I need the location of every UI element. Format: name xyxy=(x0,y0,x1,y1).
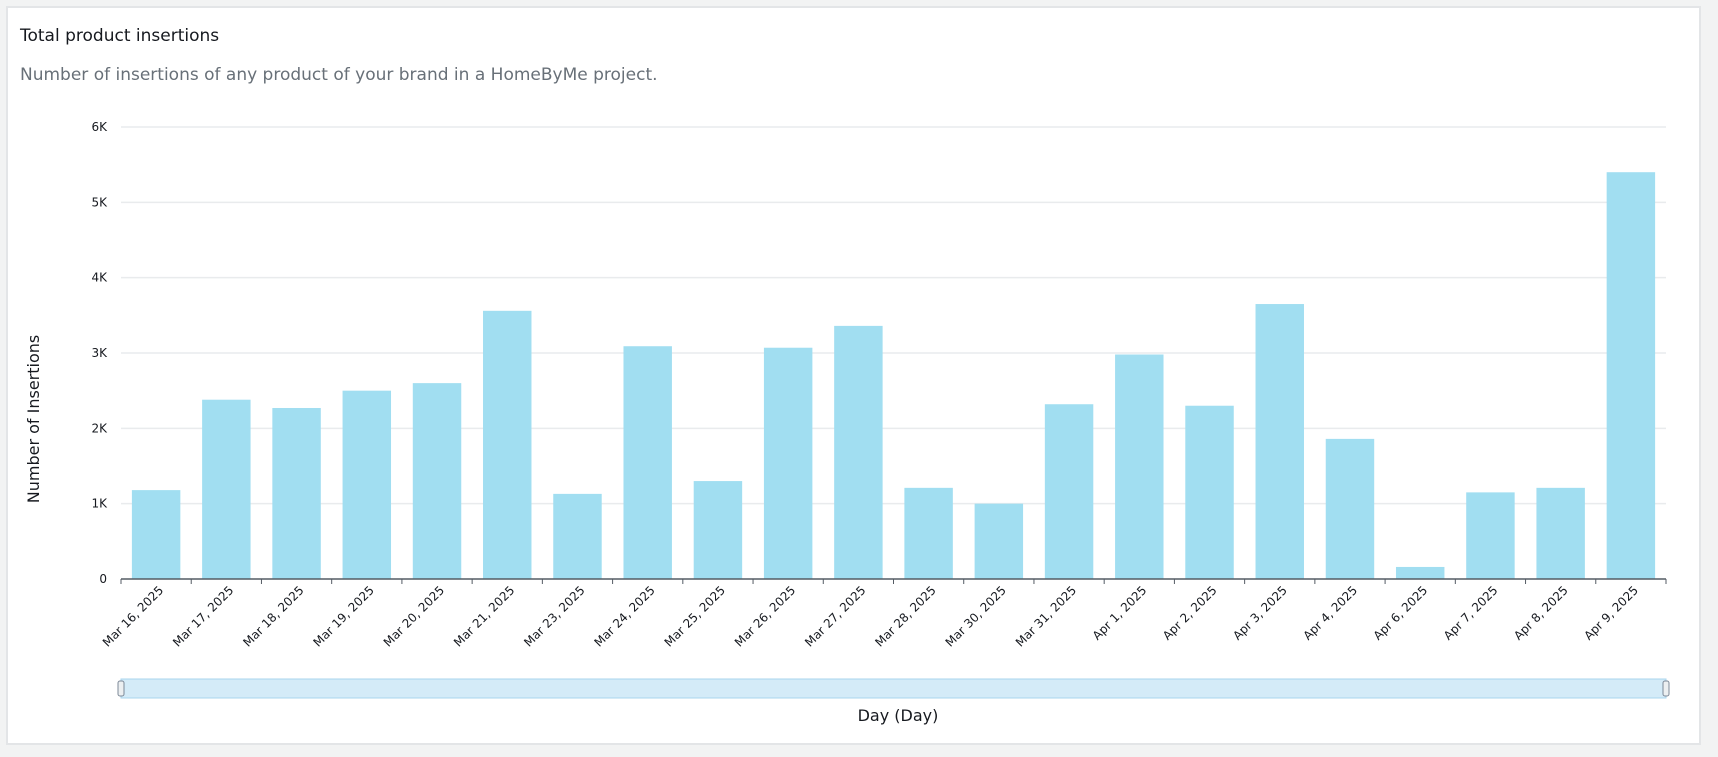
x-tick-label: Mar 25, 2025 xyxy=(662,583,728,649)
y-tick-label: 5K xyxy=(91,195,108,209)
y-tick-labels: 0 1K 2K 3K 4K 5K 6K xyxy=(91,120,108,586)
bar[interactable] xyxy=(1255,304,1304,579)
x-tick-label: Mar 24, 2025 xyxy=(591,583,657,649)
bar[interactable] xyxy=(202,399,251,579)
y-tick-label: 4K xyxy=(91,271,108,285)
chart-panel: Total product insertions Number of inser… xyxy=(6,6,1701,745)
bar[interactable] xyxy=(1185,405,1234,579)
bar[interactable] xyxy=(1395,566,1445,579)
x-tick-label: Apr 2, 2025 xyxy=(1160,583,1220,643)
scrollbar-left-handle[interactable] xyxy=(117,680,125,697)
y-tick-label: 1K xyxy=(91,497,108,511)
bar[interactable] xyxy=(553,493,602,579)
x-tick-label: Apr 3, 2025 xyxy=(1230,583,1290,643)
y-tick-label: 3K xyxy=(91,346,108,360)
x-tick-label: Mar 17, 2025 xyxy=(170,583,236,649)
x-tick-label: Mar 27, 2025 xyxy=(802,583,868,649)
y-axis-title: Number of Insertions xyxy=(24,335,43,503)
bar-chart: 01K2K3K4K5K6K Mar 16, 2025 Mar 17, 2025 Ma… xyxy=(24,120,1670,725)
axes xyxy=(120,578,1667,584)
bar[interactable] xyxy=(342,390,392,579)
x-tick-label: Apr 1, 2025 xyxy=(1090,583,1150,643)
x-tick-label: Apr 7, 2025 xyxy=(1441,583,1501,643)
bar[interactable] xyxy=(483,310,532,579)
bar[interactable] xyxy=(974,503,1024,579)
x-tick-label: Apr 8, 2025 xyxy=(1511,583,1571,643)
bar[interactable] xyxy=(623,346,672,579)
bar[interactable] xyxy=(834,325,883,579)
range-scrollbar[interactable] xyxy=(117,678,1670,699)
bar[interactable] xyxy=(1606,172,1656,579)
bar[interactable] xyxy=(1044,404,1094,579)
x-tick-label: Mar 26, 2025 xyxy=(732,583,798,649)
bar[interactable] xyxy=(763,347,813,579)
x-tick-label: Mar 16, 2025 xyxy=(100,583,166,649)
x-tick-label: Mar 18, 2025 xyxy=(240,583,306,649)
scrollbar-track[interactable] xyxy=(120,678,1667,699)
bar[interactable] xyxy=(1466,492,1515,579)
bar[interactable] xyxy=(1325,438,1375,579)
bar[interactable] xyxy=(1536,487,1585,579)
bars xyxy=(131,172,1656,579)
x-tick-label: Mar 20, 2025 xyxy=(381,583,447,649)
bar[interactable] xyxy=(693,481,743,579)
x-tick-label: Apr 6, 2025 xyxy=(1371,583,1431,643)
x-tick-label: Mar 21, 2025 xyxy=(451,583,517,649)
x-tick-label: Mar 19, 2025 xyxy=(311,583,377,649)
bar[interactable] xyxy=(904,487,953,579)
bar[interactable] xyxy=(131,490,181,579)
y-tick-label: 6K xyxy=(91,120,108,134)
x-tick-label: Mar 28, 2025 xyxy=(872,583,938,649)
x-tick-label: Mar 23, 2025 xyxy=(521,583,587,649)
scrollbar-right-handle[interactable] xyxy=(1662,680,1670,697)
bar[interactable] xyxy=(1115,354,1164,579)
x-tick-labels: Mar 16, 2025 Mar 17, 2025 Mar 18, 2025 Mar … xyxy=(100,583,1641,649)
x-tick-label: Mar 31, 2025 xyxy=(1013,583,1079,649)
y-tick-label: 2K xyxy=(91,421,108,435)
bar[interactable] xyxy=(272,407,321,579)
x-tick-label: Mar 30, 2025 xyxy=(943,583,1009,649)
y-tick-label: 0 xyxy=(99,572,107,586)
x-tick-label: Apr 4, 2025 xyxy=(1300,583,1360,643)
x-tick-label: Apr 9, 2025 xyxy=(1581,583,1641,643)
bar[interactable] xyxy=(412,383,462,579)
x-axis-title: Day (Day) xyxy=(858,706,939,725)
